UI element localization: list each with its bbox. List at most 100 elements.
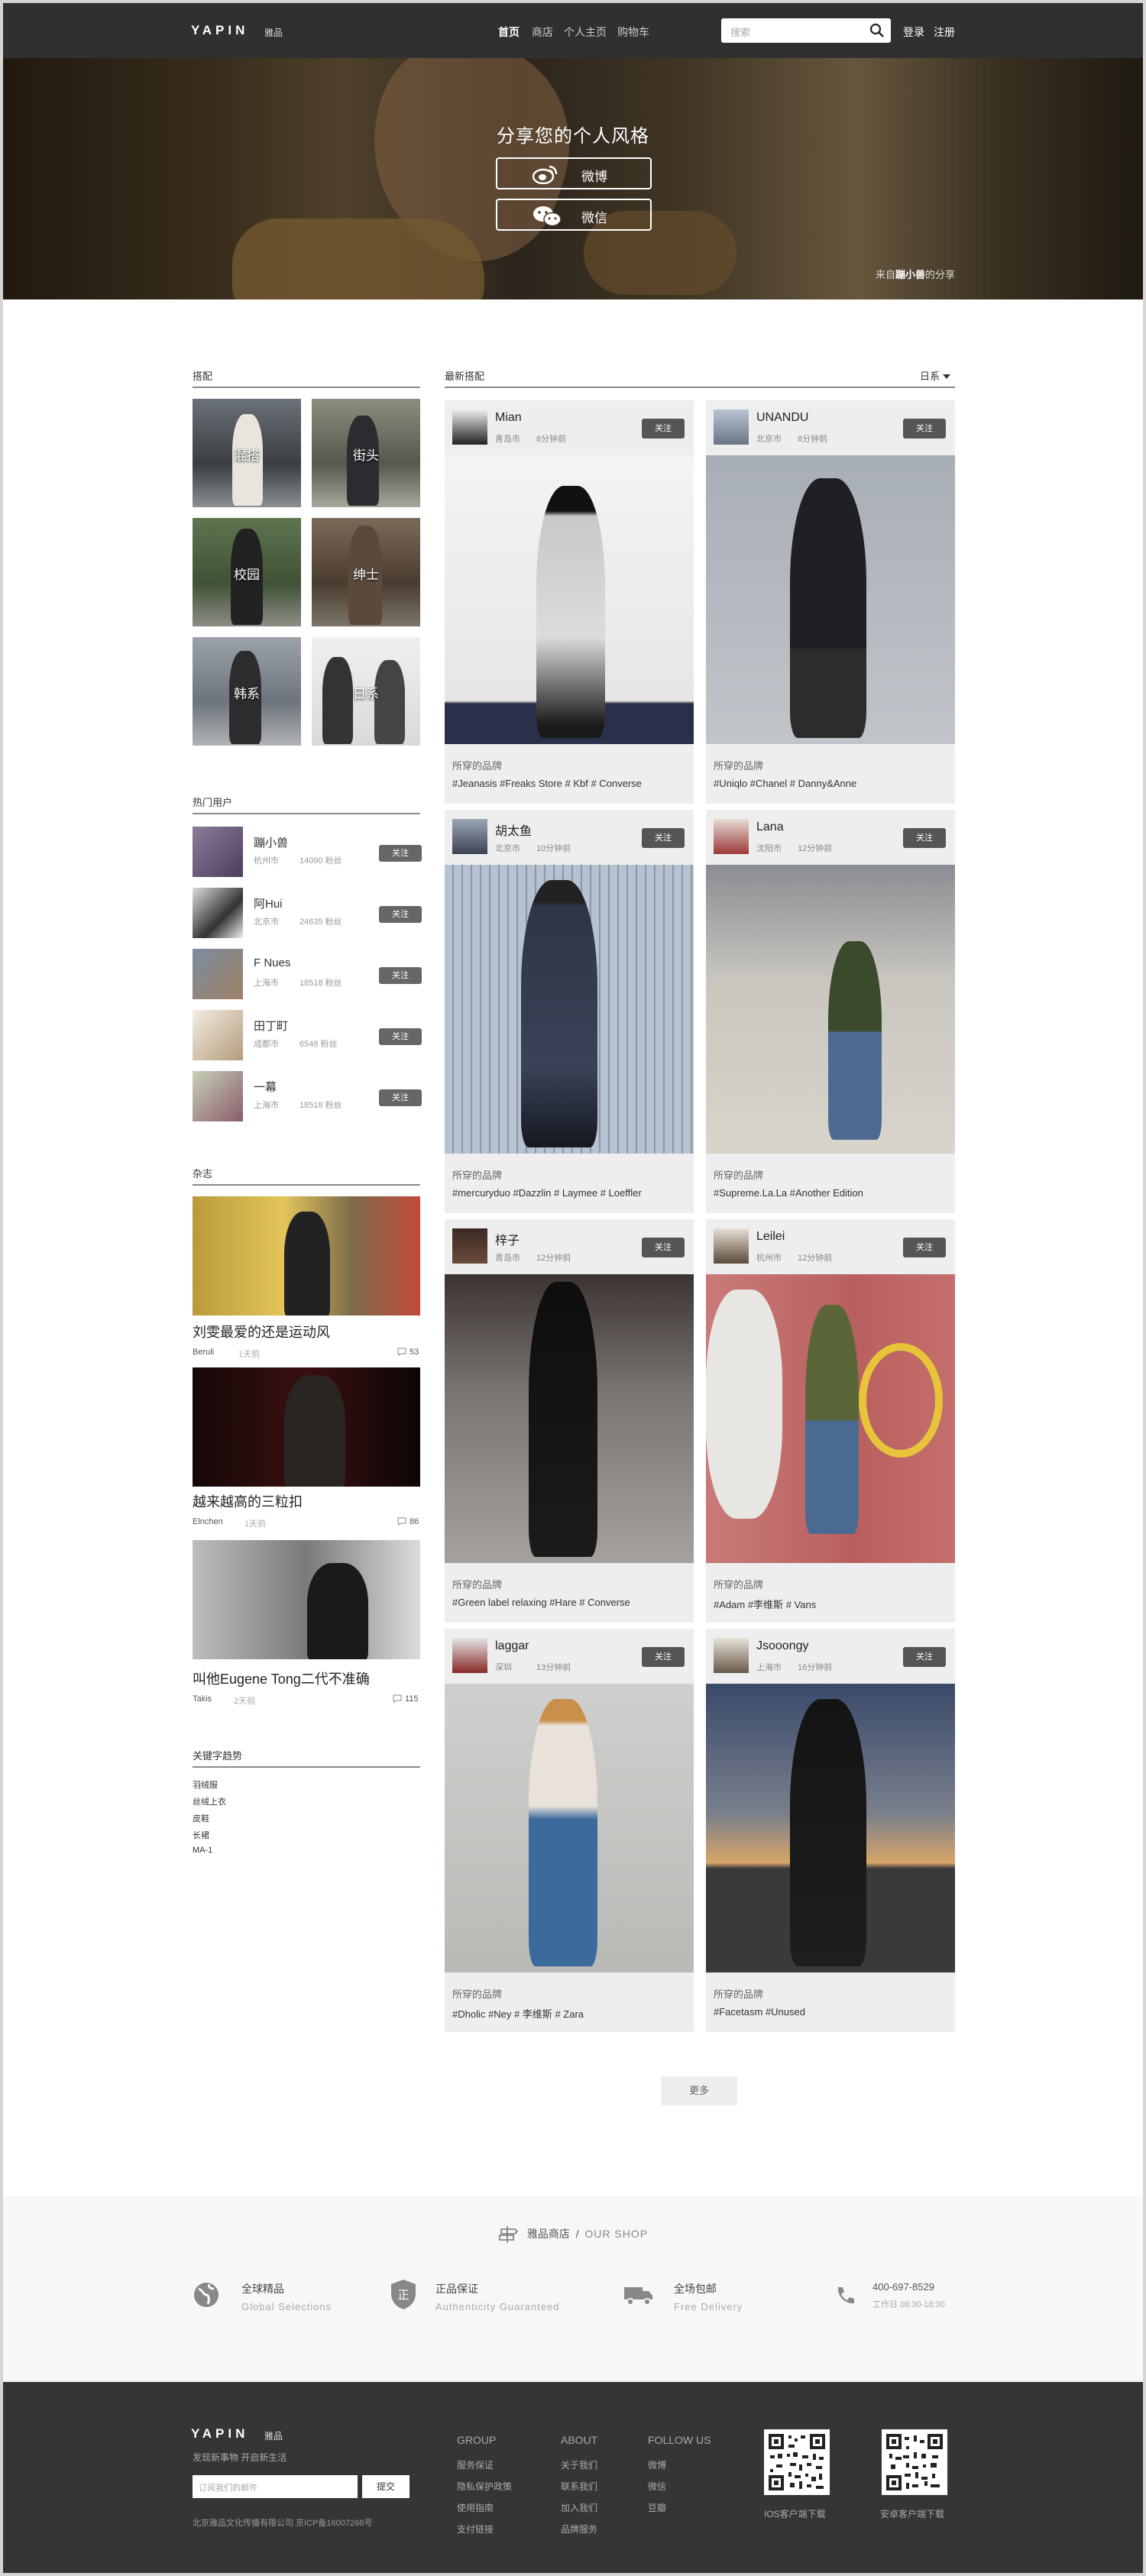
user-name[interactable]: F Nues (254, 956, 290, 969)
brand-tag[interactable]: #Another Edition (790, 1187, 863, 1199)
brand-tag[interactable]: #Facetasm (714, 2006, 762, 2018)
magazine-image[interactable] (193, 1540, 420, 1659)
android-qr-code[interactable] (882, 2429, 947, 2495)
tag-tile-mix[interactable]: 混搭 (193, 399, 301, 507)
magazine-article-title[interactable]: 刘雯最爱的还是运动风 (193, 1322, 330, 1341)
follow-button[interactable]: 关注 (379, 906, 422, 923)
avatar[interactable] (452, 409, 487, 445)
keyword-link[interactable]: 皮鞋 (193, 1812, 209, 1824)
avatar[interactable] (714, 1228, 749, 1264)
brand-tag[interactable]: # Loeffler (601, 1187, 642, 1199)
hero-credit-user[interactable]: 蹦小兽 (895, 269, 925, 280)
brand-tag[interactable]: #Green label relaxing (452, 1597, 547, 1608)
magazine-image[interactable] (193, 1367, 420, 1487)
footer-link[interactable]: 使用指南 (457, 2501, 494, 2514)
brand-tag[interactable]: # 李维斯 (514, 2008, 552, 2020)
footer-link[interactable]: 豆瓣 (648, 2501, 666, 2514)
nav-profile[interactable]: 个人主页 (564, 24, 607, 40)
brand-tag[interactable]: #Jeanasis (452, 778, 497, 789)
brand-tag[interactable]: #mercuryduo (452, 1187, 510, 1199)
card-user-name[interactable]: 胡太鱼 (495, 820, 532, 839)
tag-tile-campus[interactable]: 校园 (193, 518, 301, 626)
card-user-name[interactable]: Mian (495, 411, 522, 425)
follow-button[interactable]: 关注 (642, 828, 685, 848)
brand-tag[interactable]: # Kbf (565, 778, 588, 789)
keyword-link[interactable]: 羽绒服 (193, 1778, 218, 1791)
magazine-author[interactable]: Takis (193, 1694, 212, 1704)
outfit-photo[interactable] (445, 865, 694, 1154)
follow-button[interactable]: 关注 (379, 845, 422, 862)
avatar[interactable] (714, 819, 749, 854)
avatar[interactable] (193, 827, 243, 877)
follow-button[interactable]: 关注 (379, 967, 422, 984)
tag-tile-gentleman[interactable]: 绅士 (312, 518, 420, 626)
brand-tag[interactable]: #Adam (714, 1599, 745, 1610)
tag-tile-japanese[interactable]: 日系 (312, 637, 420, 746)
card-user-name[interactable]: Leilei (756, 1230, 785, 1244)
share-weibo-button[interactable]: 微博 (496, 157, 652, 189)
footer-link[interactable]: 隐私保护政策 (457, 2480, 512, 2493)
outfit-photo[interactable] (445, 1684, 694, 1972)
user-name[interactable]: 一幕 (254, 1079, 277, 1095)
ios-qr-code[interactable] (764, 2429, 830, 2495)
follow-button[interactable]: 关注 (903, 1647, 946, 1667)
avatar[interactable] (714, 409, 749, 445)
avatar[interactable] (193, 888, 243, 938)
outfit-photo[interactable] (445, 455, 694, 744)
share-wechat-button[interactable]: 微信 (496, 199, 652, 231)
logo[interactable]: YAPIN (191, 23, 248, 38)
brand-tag[interactable]: #Chanel (750, 778, 787, 789)
outfit-photo[interactable] (706, 865, 955, 1154)
follow-button[interactable]: 关注 (642, 1647, 685, 1667)
footer-link[interactable]: 品牌服务 (561, 2523, 597, 2536)
avatar[interactable] (452, 1228, 487, 1264)
keyword-link[interactable]: MA-1 (193, 1846, 212, 1855)
magazine-author[interactable]: Beruli (193, 1348, 214, 1357)
card-user-name[interactable]: 梓子 (495, 1230, 520, 1248)
email-subscribe-input[interactable]: 订阅我们的邮件 (193, 2475, 358, 2498)
footer-link[interactable]: 联系我们 (561, 2480, 597, 2493)
search-icon[interactable] (869, 23, 885, 38)
footer-link[interactable]: 微博 (648, 2458, 666, 2471)
brand-tag[interactable]: #Ney (488, 2008, 511, 2020)
ios-download-label[interactable]: IOS客户端下载 (764, 2507, 826, 2520)
magazine-image[interactable] (193, 1196, 420, 1316)
keyword-link[interactable]: 丝绒上衣 (193, 1795, 226, 1807)
card-user-name[interactable]: Jsooongy (756, 1639, 809, 1653)
avatar[interactable] (193, 949, 243, 999)
magazine-author[interactable]: Elnchen (193, 1517, 223, 1526)
phone-number[interactable]: 400-697-8529 (872, 2281, 934, 2293)
card-user-name[interactable]: laggar (495, 1639, 529, 1653)
user-name[interactable]: 田丁町 (254, 1018, 288, 1034)
brand-tag[interactable]: #Hare (549, 1597, 576, 1608)
avatar[interactable] (452, 819, 487, 854)
magazine-article-title[interactable]: 叫他Eugene Tong二代不准确 (193, 1668, 370, 1688)
follow-button[interactable]: 关注 (903, 419, 946, 439)
brand-tag[interactable]: # Converse (591, 778, 641, 789)
nav-cart[interactable]: 购物车 (617, 24, 649, 40)
follow-button[interactable]: 关注 (379, 1089, 422, 1106)
brand-tag[interactable]: #Freaks Store (500, 778, 562, 789)
brand-tag[interactable]: #Uniqlo (714, 778, 747, 789)
search-input[interactable]: 搜索 (721, 18, 891, 43)
footer-link[interactable]: 关于我们 (561, 2458, 597, 2471)
follow-button[interactable]: 关注 (642, 1238, 685, 1257)
follow-button[interactable]: 关注 (379, 1028, 422, 1045)
brand-tag[interactable]: #Dazzlin (513, 1187, 552, 1199)
card-user-name[interactable]: Lana (756, 820, 784, 834)
avatar[interactable] (193, 1010, 243, 1060)
brand-tag[interactable]: # Danny&Anne (790, 778, 856, 789)
load-more-button[interactable]: 更多 (661, 2076, 737, 2105)
footer-link[interactable]: 微信 (648, 2480, 666, 2493)
avatar[interactable] (193, 1071, 243, 1121)
feed-filter-dropdown[interactable]: 日系 (920, 368, 950, 383)
brand-tag[interactable]: #Supreme.La.La (714, 1187, 787, 1199)
outfit-photo[interactable] (706, 1684, 955, 1972)
tag-tile-korean[interactable]: 韩系 (193, 637, 301, 746)
keyword-link[interactable]: 长裙 (193, 1829, 209, 1841)
nav-home[interactable]: 首页 (498, 24, 520, 40)
login-link[interactable]: 登录 (903, 24, 924, 40)
brand-tag[interactable]: # Zara (555, 2008, 584, 2020)
brand-tag[interactable]: #Unused (766, 2006, 805, 2018)
avatar[interactable] (452, 1638, 487, 1673)
